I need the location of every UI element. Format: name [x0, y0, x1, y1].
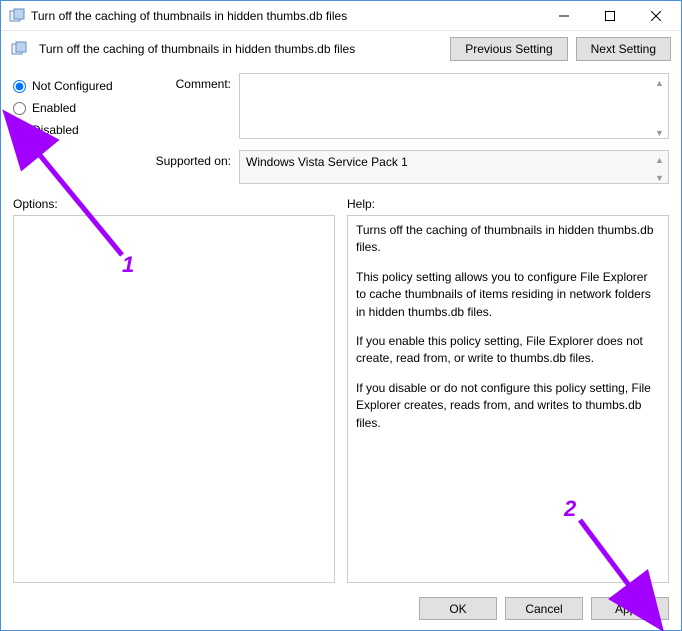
policy-icon: [11, 41, 27, 57]
supported-label: Supported on:: [155, 150, 231, 168]
radio-enabled-input[interactable]: [13, 102, 26, 115]
ok-button[interactable]: OK: [419, 597, 497, 620]
previous-setting-button[interactable]: Previous Setting: [450, 37, 567, 61]
help-paragraph: This policy setting allows you to config…: [356, 269, 660, 321]
scroll-up-icon[interactable]: ▲: [651, 74, 668, 91]
radio-disabled[interactable]: Disabled: [13, 123, 143, 137]
help-label: Help:: [347, 197, 669, 211]
comment-label: Comment:: [155, 73, 231, 91]
policy-name: Turn off the caching of thumbnails in hi…: [35, 42, 442, 56]
options-pane: [13, 215, 335, 583]
dialog-window: Turn off the caching of thumbnails in hi…: [0, 0, 682, 631]
state-radio-group: Not Configured Enabled Disabled: [13, 73, 143, 187]
radio-not-configured-input[interactable]: [13, 80, 26, 93]
help-paragraph: If you disable or do not configure this …: [356, 380, 660, 432]
window-title: Turn off the caching of thumbnails in hi…: [31, 9, 541, 23]
scroll-down-icon[interactable]: ▼: [651, 124, 668, 141]
minimize-button[interactable]: [541, 1, 587, 31]
window-controls: [541, 1, 679, 31]
help-paragraph: If you enable this policy setting, File …: [356, 333, 660, 368]
pane-labels: Options: Help:: [1, 187, 681, 215]
maximize-button[interactable]: [587, 1, 633, 31]
supported-value: [239, 150, 669, 184]
radio-disabled-input[interactable]: [13, 124, 26, 137]
fields-column: Comment: ▲ ▼ Supported on: ▲ ▼: [155, 73, 669, 187]
close-button[interactable]: [633, 1, 679, 31]
options-label: Options:: [13, 197, 335, 211]
panes: Turns off the caching of thumbnails in h…: [1, 215, 681, 589]
cancel-button[interactable]: Cancel: [505, 597, 583, 620]
titlebar: Turn off the caching of thumbnails in hi…: [1, 1, 681, 31]
scroll-down-icon[interactable]: ▼: [651, 169, 668, 186]
radio-disabled-label: Disabled: [32, 123, 79, 137]
radio-not-configured-label: Not Configured: [32, 79, 113, 93]
help-paragraph: Turns off the caching of thumbnails in h…: [356, 222, 660, 257]
config-row: Not Configured Enabled Disabled Comment:…: [1, 67, 681, 187]
comment-row: Comment: ▲ ▼: [155, 73, 669, 142]
supported-wrap: ▲ ▼: [239, 150, 669, 187]
toolbar: Turn off the caching of thumbnails in hi…: [1, 31, 681, 67]
policy-icon: [9, 8, 25, 24]
comment-input[interactable]: [239, 73, 669, 139]
help-pane: Turns off the caching of thumbnails in h…: [347, 215, 669, 583]
radio-enabled[interactable]: Enabled: [13, 101, 143, 115]
radio-not-configured[interactable]: Not Configured: [13, 79, 143, 93]
scroll-up-icon[interactable]: ▲: [651, 151, 668, 168]
comment-wrap: ▲ ▼: [239, 73, 669, 142]
radio-enabled-label: Enabled: [32, 101, 76, 115]
apply-button[interactable]: Apply: [591, 597, 669, 620]
footer: OK Cancel Apply: [1, 589, 681, 630]
next-setting-button[interactable]: Next Setting: [576, 37, 671, 61]
supported-row: Supported on: ▲ ▼: [155, 150, 669, 187]
